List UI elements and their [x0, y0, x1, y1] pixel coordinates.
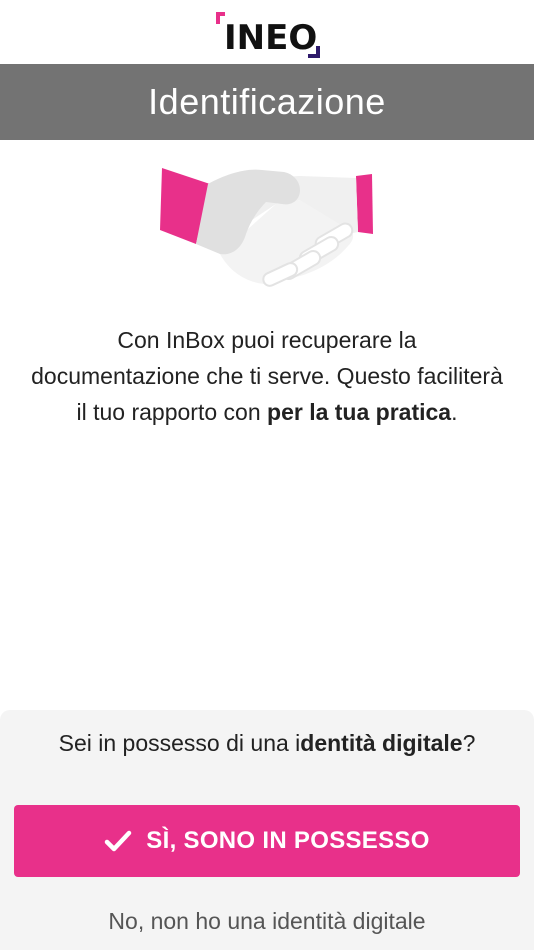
yes-i-have-identity-button[interactable]: SÌ, SONO IN POSSESSO — [14, 805, 520, 877]
handshake-icon — [160, 168, 373, 287]
identity-question: Sei in possesso di una identità digitale… — [0, 728, 534, 758]
intro-text-part2: . — [451, 399, 458, 425]
title-bar: Identificazione — [0, 64, 534, 140]
no-identity-link[interactable]: No, non ho una identità digitale — [0, 906, 534, 936]
check-icon — [105, 830, 132, 852]
logo-corner-bottom-right — [308, 44, 320, 58]
logo-text: INEO — [224, 18, 318, 58]
intro-text: Con InBox puoi recuperare la documentazi… — [30, 322, 504, 430]
ineo-logo: INEO — [216, 12, 320, 58]
identity-question-prefix: Sei in possesso di una i — [58, 730, 301, 756]
identity-panel: Sei in possesso di una identità digitale… — [0, 710, 534, 950]
yes-button-label: SÌ, SONO IN POSSESSO — [146, 827, 430, 854]
identity-question-suffix: ? — [462, 730, 476, 756]
page-title: Identificazione — [148, 81, 386, 122]
logo-bar: INEO — [0, 0, 534, 64]
intro-text-bold: per la tua pratica — [267, 399, 452, 425]
right-cuff — [356, 174, 373, 234]
identity-question-bold: dentità digitale — [300, 730, 463, 756]
